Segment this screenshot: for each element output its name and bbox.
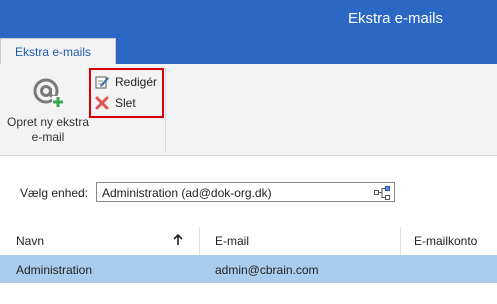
ribbon-tab-strip: Ekstra e-mails xyxy=(0,38,497,64)
column-header-email[interactable]: E-mail xyxy=(215,234,249,248)
column-divider[interactable] xyxy=(199,227,200,255)
cell-name: Administration xyxy=(16,263,93,277)
edit-icon xyxy=(95,76,109,89)
new-extra-email-button[interactable]: Opret ny ekstra e-mail xyxy=(6,70,89,152)
ribbon: Opret ny ekstra e-mail xyxy=(0,64,497,156)
ribbon-separator xyxy=(165,68,166,152)
org-tree-icon[interactable] xyxy=(374,186,390,200)
title-bar: Ekstra e-mails xyxy=(0,0,497,38)
unit-selector-row: Vælg enhed: Administration (ad@dok-org.d… xyxy=(0,181,497,205)
column-header-email-account[interactable]: E-mailkonto xyxy=(414,234,477,248)
column-divider[interactable] xyxy=(400,227,401,255)
unit-label: Vælg enhed: xyxy=(20,186,89,200)
sort-ascending-icon[interactable] xyxy=(173,234,183,246)
cell-email: admin@cbrain.com xyxy=(215,263,319,277)
delete-button[interactable]: Slet xyxy=(95,95,161,113)
tab-ekstra-emails[interactable]: Ekstra e-mails xyxy=(0,38,116,64)
unit-value: Administration (ad@dok-org.dk) xyxy=(102,186,272,200)
at-plus-icon xyxy=(33,78,63,107)
delete-label: Slet xyxy=(115,96,136,110)
table-row[interactable]: Administration admin@cbrain.com xyxy=(0,255,497,283)
tab-label: Ekstra e-mails xyxy=(15,45,92,59)
new-extra-email-label: Opret ny ekstra e-mail xyxy=(6,115,90,144)
edit-delete-group: Redigér Slet xyxy=(89,68,164,118)
column-header-name[interactable]: Navn xyxy=(16,234,44,248)
window-title: Ekstra e-mails xyxy=(348,10,444,27)
unit-input[interactable]: Administration (ad@dok-org.dk) xyxy=(96,182,395,202)
edit-label: Redigér xyxy=(115,75,158,89)
table-header: Navn E-mail E-mailkonto xyxy=(0,227,497,255)
edit-button[interactable]: Redigér xyxy=(95,74,161,92)
delete-x-icon xyxy=(95,96,109,110)
